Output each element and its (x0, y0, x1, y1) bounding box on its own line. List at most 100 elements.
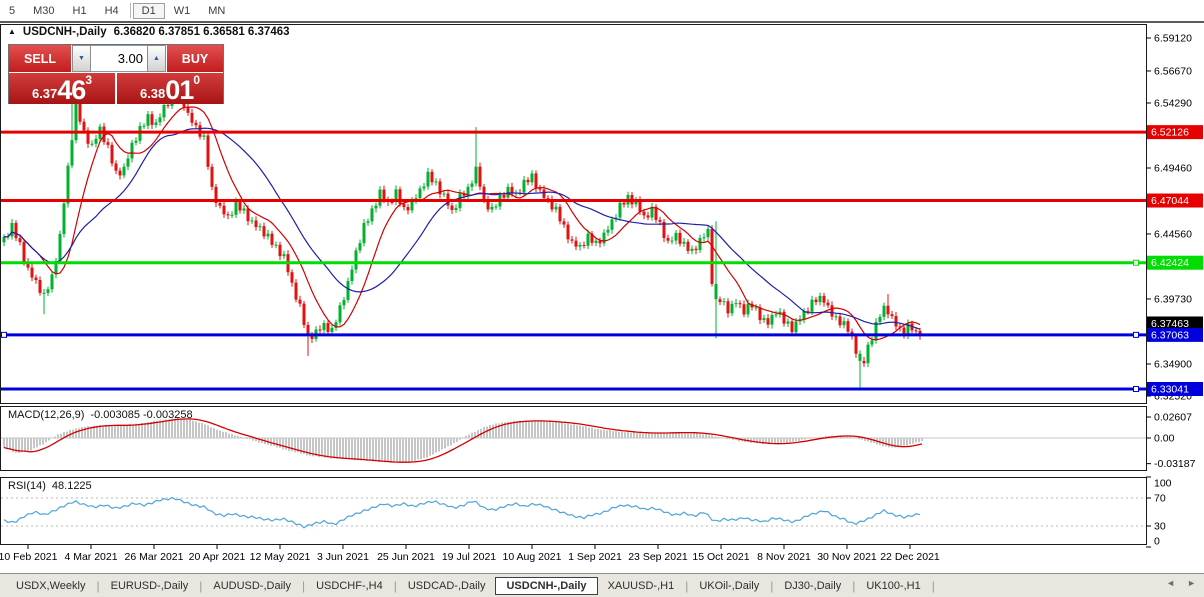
candle (746, 303, 750, 315)
macd-bar (726, 438, 728, 440)
candle (686, 241, 690, 251)
macd-bar (129, 424, 131, 438)
macd-bar (453, 438, 455, 444)
tab-usdcnh-daily[interactable]: USDCNH-,Daily (495, 576, 598, 595)
candle (382, 189, 386, 200)
candle (494, 206, 498, 208)
macd-bar (384, 438, 386, 463)
collapse-panel-icon[interactable]: ▲ (8, 27, 16, 36)
timeframe-h4[interactable]: H4 (96, 3, 128, 19)
rsi-axis-tick: 30 (1154, 521, 1166, 533)
timeframe-w1[interactable]: W1 (165, 3, 200, 19)
candle (530, 173, 534, 183)
macd-bar (639, 432, 641, 438)
price-axis-tick: 6.56670 (1154, 65, 1192, 77)
timeframe-mn[interactable]: MN (199, 3, 234, 19)
candle (38, 279, 42, 293)
macd-bar (102, 425, 104, 438)
candle (582, 244, 586, 246)
macd-bar (798, 438, 800, 441)
tab-uk100-h1[interactable]: UK100-,H1 (856, 577, 930, 595)
line-handle[interactable] (1133, 385, 1139, 392)
macd-bar (111, 425, 113, 438)
chart-ohlc-values: 6.36820 6.37851 6.36581 6.37463 (113, 26, 290, 38)
tab-usdchf-h4[interactable]: USDCHF-,H4 (306, 577, 393, 595)
ma-fast-line (3, 106, 921, 341)
macd-bar (144, 422, 146, 438)
buy-price-sup: 0 (193, 73, 201, 87)
macd-bar (177, 418, 179, 438)
candle (278, 244, 282, 257)
timeframe-5[interactable]: 5 (0, 3, 24, 19)
timeframe-m30[interactable]: M30 (24, 3, 63, 19)
candle (154, 122, 158, 125)
ma-slow-line (3, 127, 921, 330)
timeframe-d1[interactable]: D1 (132, 3, 165, 19)
tab-usdcad-daily[interactable]: USDCAD-,Daily (398, 577, 496, 595)
macd-bar (108, 425, 110, 438)
volume-increase-button[interactable]: ▲ (147, 45, 166, 72)
macd-bar (852, 437, 854, 438)
macd-bar (423, 438, 425, 459)
chart-header: ▲ USDCNH-,Daily 6.36820 6.37851 6.36581 … (8, 26, 290, 38)
line-handle[interactable] (1133, 259, 1139, 266)
macd-bar (618, 431, 620, 438)
macd-bar (792, 438, 794, 442)
tab-ukoil-daily[interactable]: UKOil-,Daily (689, 577, 769, 595)
macd-bar (702, 434, 704, 438)
macd-bar (570, 424, 572, 438)
macd-bar (642, 433, 644, 438)
candle (126, 158, 130, 167)
tab-xauusd-h1[interactable]: XAUUSD-,H1 (598, 577, 685, 595)
sell-price-button[interactable]: 6.37 46 3 (9, 73, 117, 104)
macd-bar (660, 432, 662, 438)
macd-bar (621, 431, 623, 438)
macd-bar (24, 438, 26, 452)
candle (422, 186, 426, 189)
macd-bar (684, 432, 686, 438)
timeframe-h1[interactable]: H1 (64, 3, 96, 19)
tab-audusd-daily[interactable]: AUDUSD-,Daily (203, 577, 301, 595)
macd-bar (522, 421, 524, 438)
moving-averages (3, 106, 921, 341)
candle (122, 166, 126, 176)
candle (890, 314, 894, 317)
macd-bar (594, 428, 596, 438)
date-axis-label: 15 Oct 2021 (692, 551, 749, 563)
macd-bar (489, 424, 491, 438)
sell-price-big: 46 (57, 75, 86, 106)
tab-scroll-right-icon[interactable]: ► (1187, 578, 1196, 588)
price-axis-tick: 6.34900 (1154, 358, 1192, 370)
macd-bar (561, 422, 563, 438)
sell-button[interactable]: SELL (9, 45, 72, 72)
volume-input[interactable] (91, 46, 147, 71)
rsi-indicator-label: RSI(14) 48.1225 (8, 480, 92, 492)
candle (390, 201, 394, 203)
macd-bar (435, 438, 437, 453)
candle (250, 220, 254, 222)
candle (118, 170, 122, 176)
tab-scroll-left-icon[interactable]: ◄ (1166, 578, 1175, 588)
candle (354, 250, 358, 270)
volume-decrease-button[interactable]: ▼ (72, 45, 91, 72)
date-axis-label: 8 Nov 2021 (757, 551, 811, 563)
toolbar-separator (129, 3, 131, 18)
candle (610, 219, 614, 230)
macd-bar (138, 423, 140, 438)
buy-price-button[interactable]: 6.38 01 0 (117, 73, 223, 104)
macd-bar (60, 433, 62, 438)
macd-bar (546, 422, 548, 438)
candle (526, 179, 530, 183)
line-handle[interactable] (1133, 331, 1139, 338)
tab-usdx-weekly[interactable]: USDX,Weekly (6, 577, 95, 595)
tab-dj30-daily[interactable]: DJ30-,Daily (774, 577, 851, 595)
macd-bar (450, 438, 452, 446)
macd-bar (285, 438, 287, 450)
macd-bar (885, 438, 887, 447)
line-handle[interactable] (1, 331, 7, 338)
candle (162, 105, 166, 118)
tab-eurusd-daily[interactable]: EURUSD-,Daily (101, 577, 199, 595)
macd-bar (42, 438, 44, 445)
buy-button[interactable]: BUY (166, 45, 223, 72)
macd-bar (585, 426, 587, 438)
